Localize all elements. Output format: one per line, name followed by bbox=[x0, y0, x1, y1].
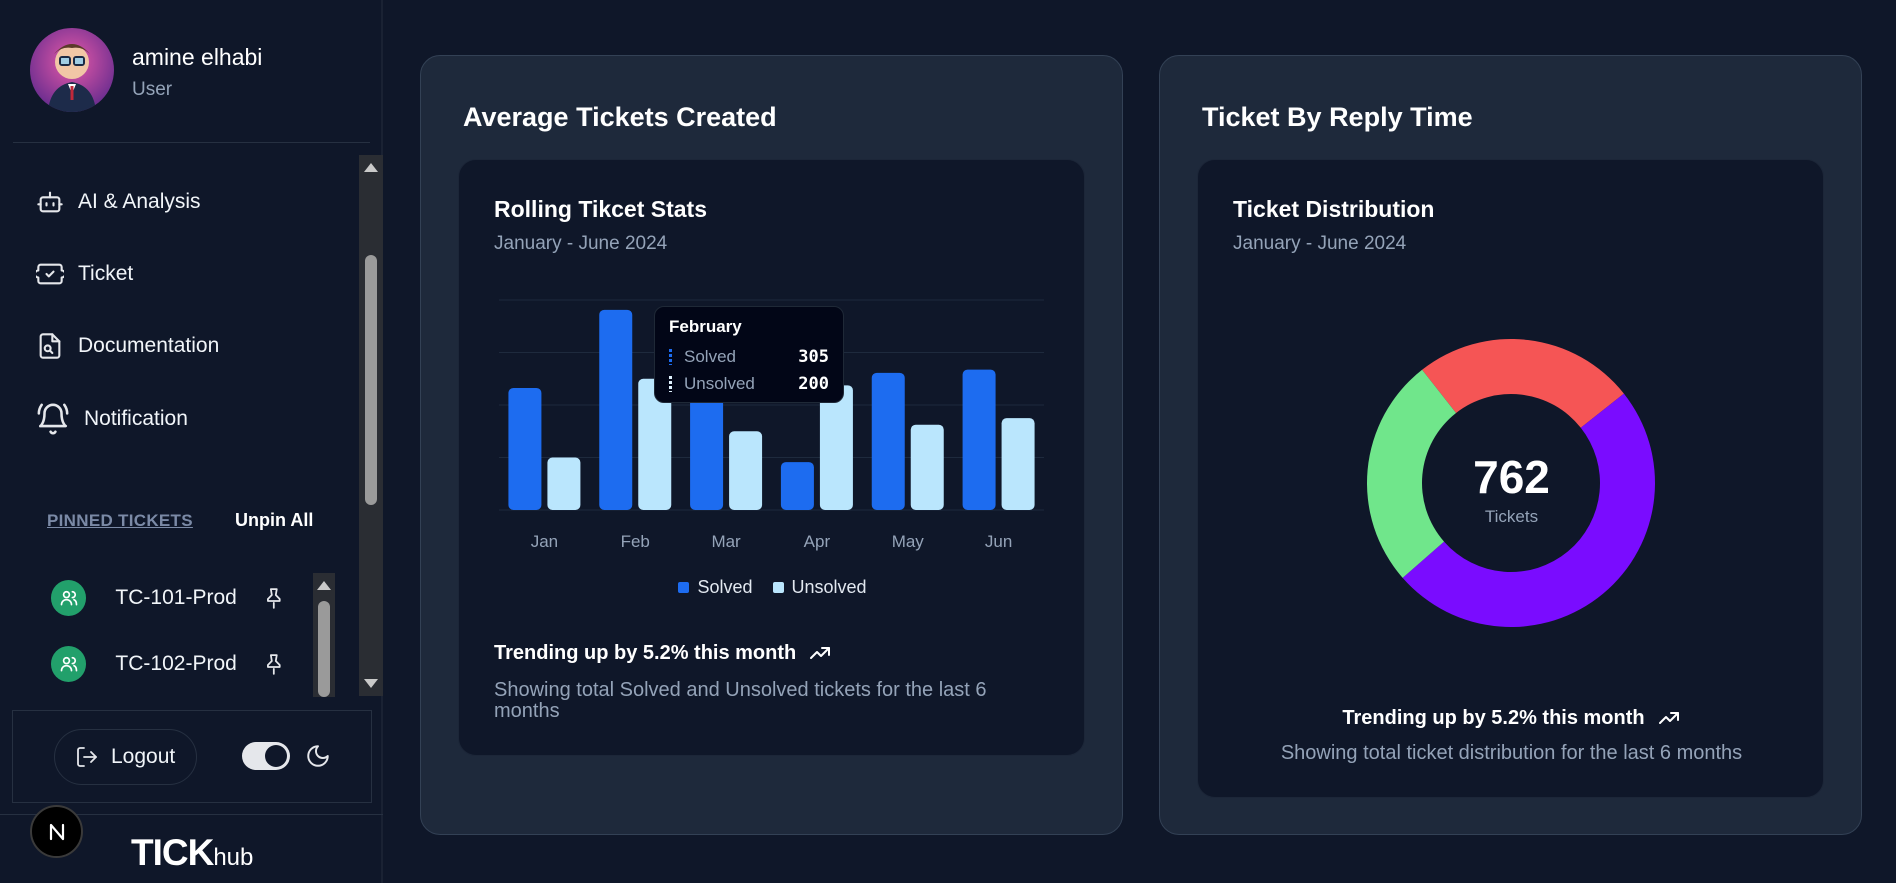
users-icon bbox=[51, 646, 87, 682]
trending-up-icon bbox=[810, 647, 831, 659]
pinned-item-tc-102[interactable]: TC-102-Prod bbox=[36, 639, 286, 689]
bar-solved-jun[interactable] bbox=[962, 369, 996, 510]
nav-item-ticket[interactable]: Ticket bbox=[36, 260, 133, 288]
logout-icon bbox=[77, 747, 97, 767]
toggle-knob bbox=[265, 745, 287, 767]
brand-name: TICK bbox=[131, 832, 214, 873]
user-role: User bbox=[132, 79, 173, 100]
nav-label: AI & Analysis bbox=[78, 190, 201, 213]
bar-solved-jan[interactable] bbox=[508, 387, 542, 510]
trending-up-icon bbox=[1658, 712, 1679, 724]
users-icon bbox=[51, 580, 87, 616]
rolling-stats-panel: Rolling Tikcet Stats January - June 2024… bbox=[458, 159, 1085, 756]
scroll-up-arrow[interactable] bbox=[364, 163, 378, 172]
total-tickets-value: 762 bbox=[1473, 451, 1550, 503]
scroll-thumb[interactable] bbox=[365, 255, 377, 505]
brand-suffix: hub bbox=[213, 844, 254, 871]
nav-item-documentation[interactable]: Documentation bbox=[36, 332, 219, 360]
bar-unsolved-mar[interactable] bbox=[729, 431, 763, 510]
tooltip-solved-value: 305 bbox=[798, 346, 829, 367]
nav-label: Ticket bbox=[78, 262, 134, 285]
bar-unsolved-apr[interactable] bbox=[819, 385, 853, 510]
nav-item-ai-analysis[interactable]: AI & Analysis bbox=[36, 188, 201, 216]
sidebar: amine elhabi User AI & Analysis Ticket D… bbox=[0, 0, 383, 883]
x-tick-label: Apr bbox=[804, 532, 831, 551]
trend-line: Trending up by 5.2% this month bbox=[1198, 706, 1825, 730]
legend-swatch-unsolved bbox=[772, 582, 784, 593]
pinned-item-label: TC-102-Prod bbox=[115, 652, 237, 675]
scroll-up-arrow[interactable] bbox=[317, 581, 331, 590]
pinned-list: TC-101-Prod TC-102-Prod bbox=[36, 573, 336, 697]
document-icon bbox=[39, 333, 61, 359]
bar-solved-feb[interactable] bbox=[599, 309, 633, 510]
tooltip-month: February bbox=[669, 317, 742, 336]
legend-item-unsolved[interactable]: Unsolved bbox=[772, 577, 867, 598]
logout-button[interactable]: Logout bbox=[54, 729, 197, 785]
legend-label: Unsolved bbox=[791, 577, 867, 597]
x-tick-label: Mar bbox=[711, 532, 741, 551]
nav-label: Documentation bbox=[78, 334, 220, 357]
reply-time-card: Ticket By Reply Time Ticket Distribution… bbox=[1159, 55, 1862, 835]
tooltip-row-unsolved: Unsolved 200 bbox=[669, 370, 829, 397]
pinned-item-tc-101[interactable]: TC-101-Prod bbox=[36, 573, 286, 623]
average-tickets-card: Average Tickets Created Rolling Tikcet S… bbox=[420, 55, 1123, 835]
pinned-item-label: TC-101-Prod bbox=[115, 586, 237, 609]
sidebar-scrollbar[interactable] bbox=[359, 155, 383, 696]
pinned-tickets-title[interactable]: PINNED TICKETS bbox=[47, 511, 193, 531]
chart-legend: Solved Unsolved bbox=[459, 577, 1086, 598]
tooltip-unsolved-label: Unsolved bbox=[684, 373, 755, 393]
x-tick-label: Feb bbox=[621, 532, 650, 551]
card-title: Average Tickets Created bbox=[463, 102, 777, 132]
bell-icon bbox=[37, 403, 69, 435]
sidebar-footer: Logout bbox=[12, 710, 372, 803]
robot-icon bbox=[37, 191, 63, 213]
bar-unsolved-jan[interactable] bbox=[547, 457, 581, 511]
bar-unsolved-may[interactable] bbox=[910, 424, 944, 510]
legend-swatch-solved bbox=[678, 582, 690, 593]
ticket-icon bbox=[36, 263, 64, 285]
card-title: Ticket By Reply Time bbox=[1202, 102, 1473, 132]
nav-item-notification[interactable]: Notification bbox=[36, 402, 188, 436]
brand-logo: TICKhub bbox=[131, 832, 253, 874]
next-badge[interactable] bbox=[30, 805, 83, 858]
unpin-all-button[interactable]: Unpin All bbox=[235, 510, 313, 531]
donut-chart[interactable] bbox=[1198, 160, 1825, 680]
theme-toggle[interactable] bbox=[242, 742, 290, 770]
tooltip-solved-label: Solved bbox=[684, 346, 736, 366]
scroll-down-arrow[interactable] bbox=[364, 679, 378, 688]
bar-solved-apr[interactable] bbox=[780, 462, 814, 510]
nav-label: Notification bbox=[84, 407, 188, 430]
pin-icon[interactable] bbox=[262, 586, 286, 610]
scroll-thumb[interactable] bbox=[318, 601, 330, 697]
bar-unsolved-jun[interactable] bbox=[1001, 418, 1035, 510]
tooltip-unsolved-value: 200 bbox=[798, 373, 829, 394]
x-tick-label: May bbox=[892, 532, 925, 551]
trend-line: Trending up by 5.2% this month bbox=[494, 641, 832, 665]
pin-icon[interactable] bbox=[262, 652, 286, 676]
chart-description: Showing total ticket distribution for th… bbox=[1280, 742, 1743, 764]
user-name: amine elhabi bbox=[132, 44, 263, 70]
legend-item-solved[interactable]: Solved bbox=[678, 577, 753, 598]
total-tickets-label: Tickets bbox=[1484, 507, 1539, 526]
pinned-scrollbar[interactable] bbox=[313, 573, 335, 697]
x-tick-label: Jun bbox=[985, 532, 1012, 551]
legend-label: Solved bbox=[697, 577, 753, 597]
logout-label: Logout bbox=[111, 745, 176, 768]
trend-text: Trending up by 5.2% this month bbox=[1342, 706, 1645, 729]
tooltip-solved-marker bbox=[669, 348, 672, 365]
avatar[interactable] bbox=[30, 28, 114, 112]
tooltip-unsolved-marker bbox=[669, 375, 672, 392]
ticket-distribution-panel: Ticket Distribution January - June 2024 … bbox=[1197, 159, 1824, 798]
n-logo-icon bbox=[49, 823, 64, 840]
x-tick-label: Jan bbox=[531, 532, 558, 551]
moon-icon bbox=[307, 745, 329, 767]
bar-solved-may[interactable] bbox=[871, 372, 905, 510]
chart-description: Showing total Solved and Unsolved ticket… bbox=[494, 679, 987, 722]
chart-tooltip: February Solved 305 Unsolved 200 bbox=[654, 306, 844, 403]
trend-text: Trending up by 5.2% this month bbox=[494, 641, 797, 664]
tooltip-row-solved: Solved 305 bbox=[669, 343, 829, 370]
user-profile: amine elhabi User bbox=[13, 0, 370, 143]
